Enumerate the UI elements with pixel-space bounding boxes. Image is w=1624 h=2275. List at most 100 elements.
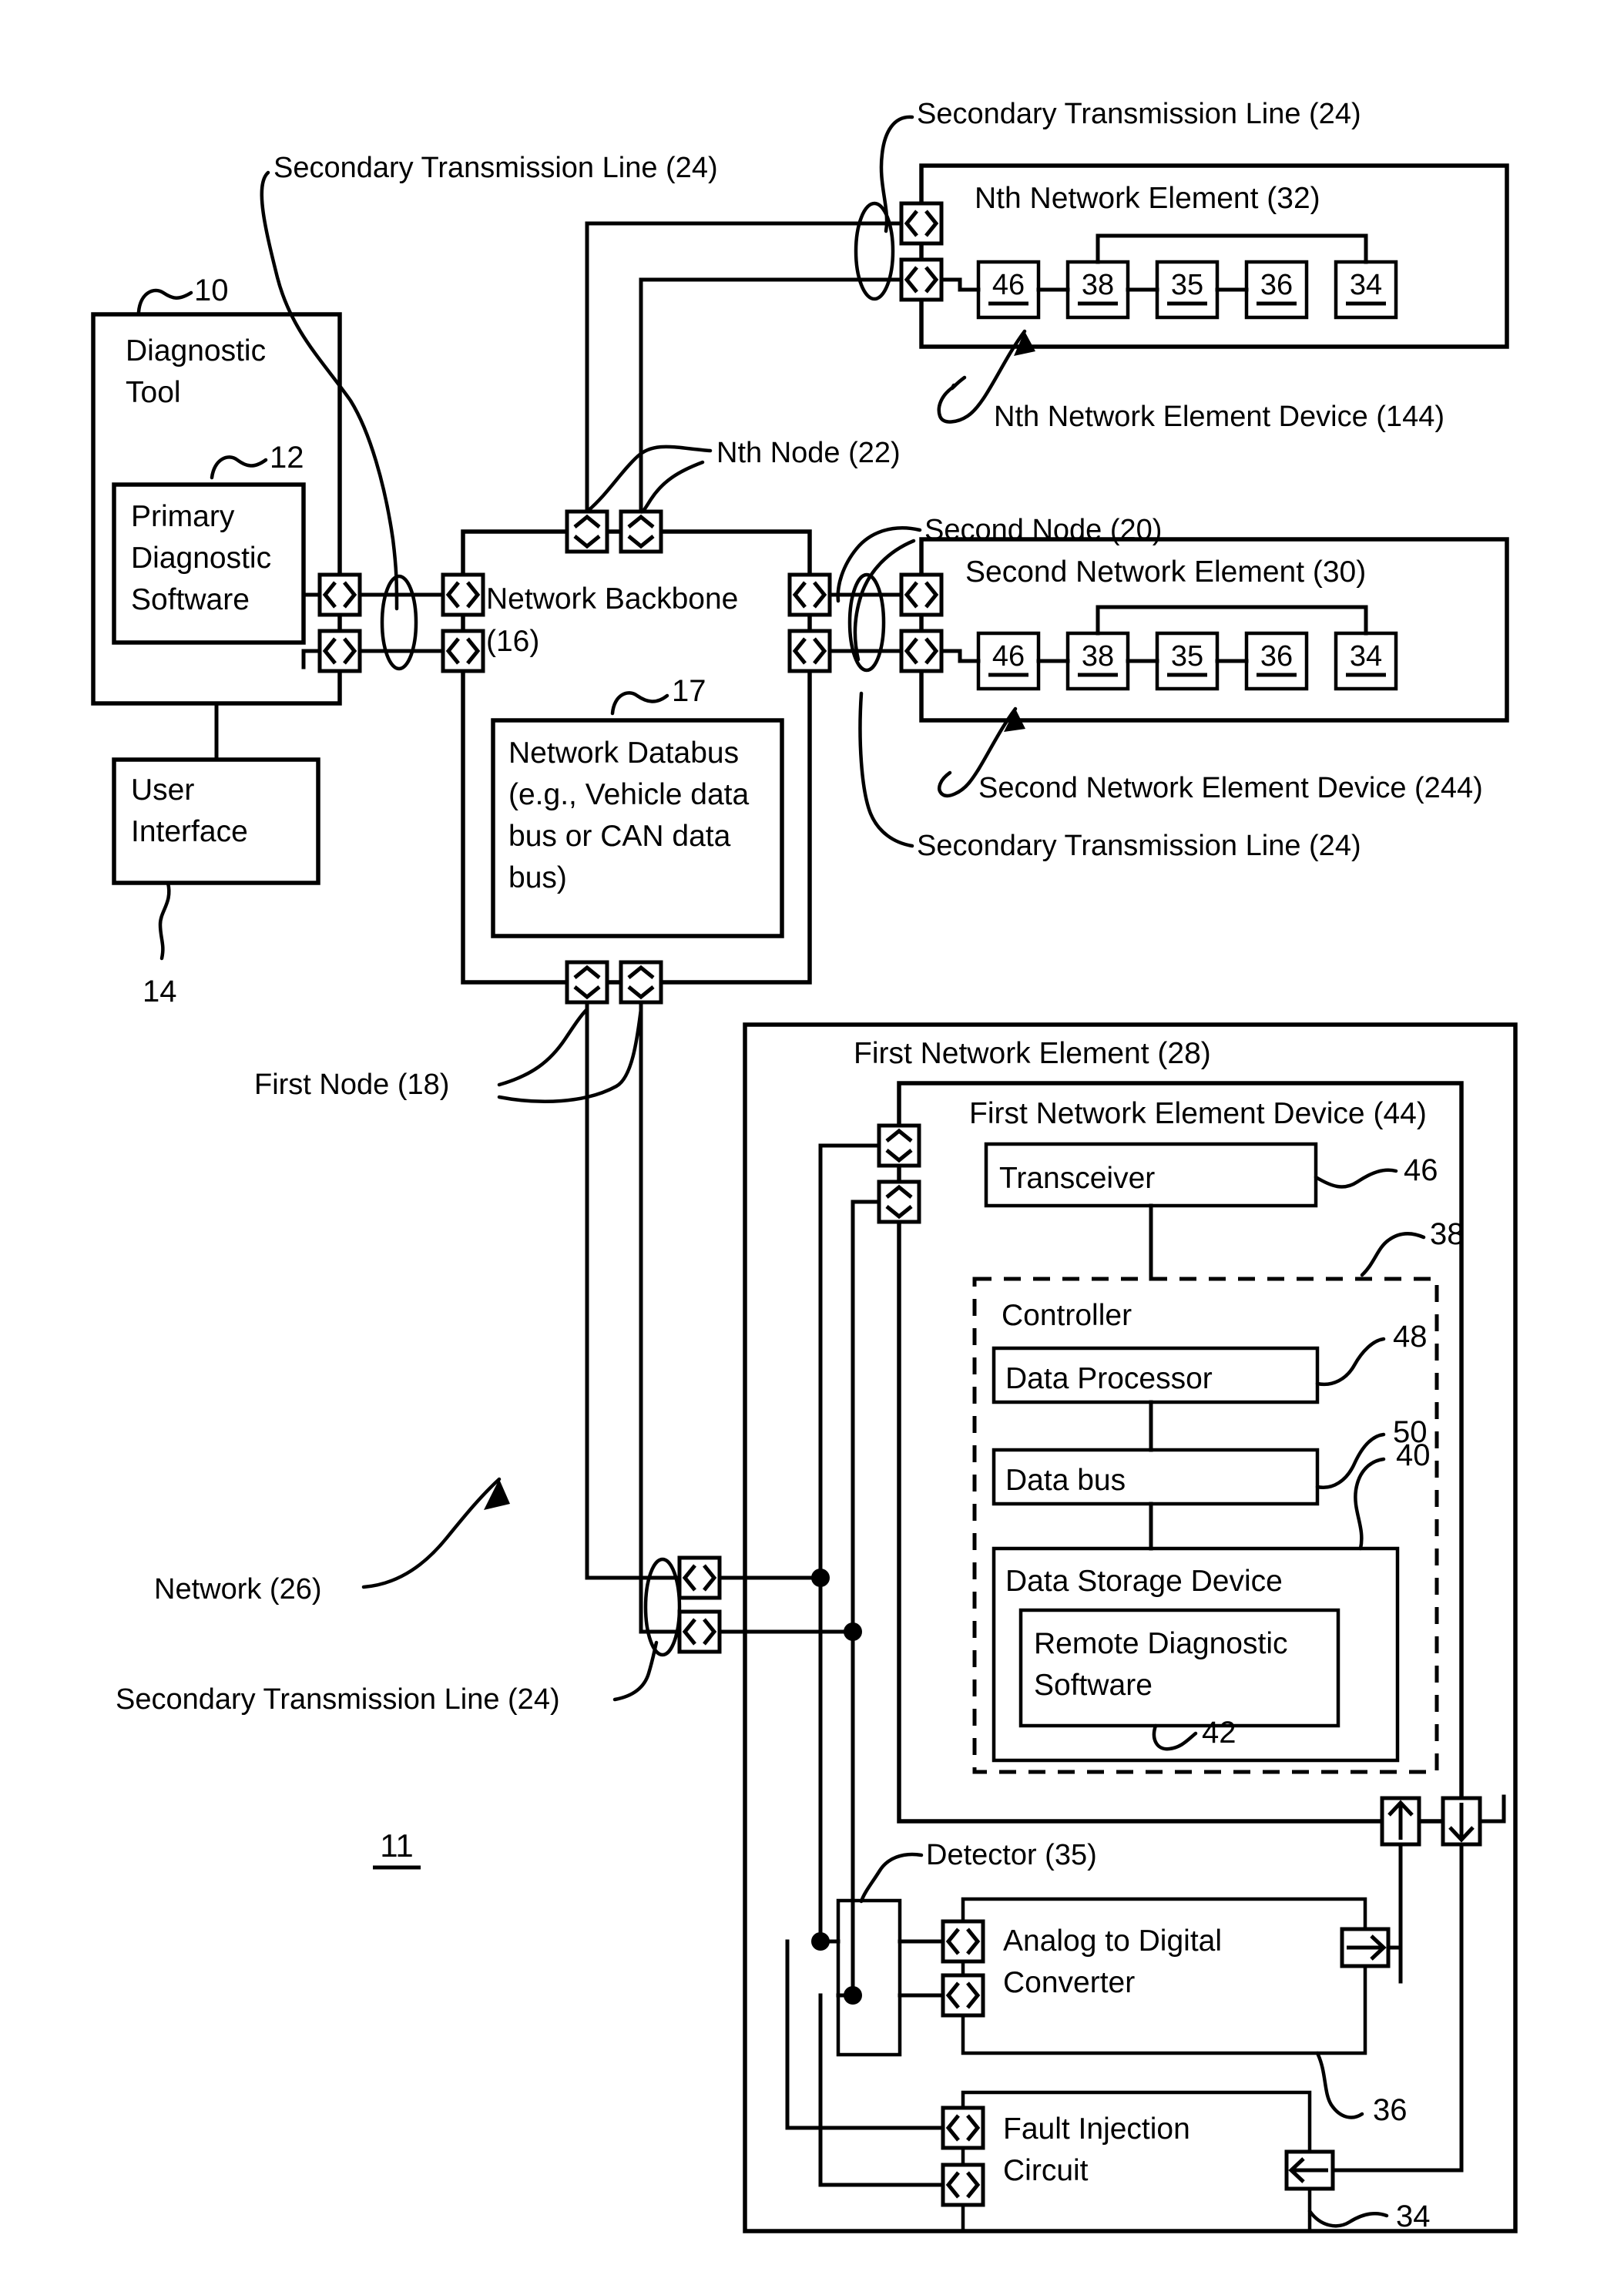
network-databus-line3: bus or CAN data [508,820,731,853]
data-storage-device-label: Data Storage Device [1005,1565,1283,1598]
first-network-element-title: First Network Element (28) [854,1037,1211,1070]
diagnostic-tool-port-upper[interactable] [320,575,360,615]
diagnostic-tool-title-line2: Tool [126,376,181,409]
ref-46: 46 [1404,1153,1438,1187]
bidirectional-port-icon [901,631,941,671]
network-backbone-line1: Network Backbone [486,582,738,616]
arrow-up-port[interactable] [1382,1798,1419,1844]
vertical-port-icon [879,1126,919,1166]
backbone-port-left-lower[interactable] [443,631,483,671]
user-interface-line1: User [131,773,194,807]
ref-14: 14 [143,975,177,1008]
bidirectional-port-icon [679,1558,720,1598]
patent-diagram: Secondary Transmission Line (24) Seconda… [0,0,1624,2275]
data-bus-label: Data bus [1005,1464,1126,1497]
bidirectional-port-icon [943,2108,983,2148]
secondary-transmission-line-mid-right-text: Secondary Transmission Line (24) [917,830,1361,862]
nth-network-element-title: Nth Network Element (32) [975,182,1320,215]
element-port-left-upper[interactable] [679,1558,720,1598]
element-port-left-lower[interactable] [679,1612,720,1652]
fic-line1: Fault Injection [1003,2112,1190,2146]
second-network-element-title: Second Network Element (30) [965,555,1366,589]
ref-34: 34 [1396,2200,1431,2233]
adc-port-upper[interactable] [943,1921,983,1961]
vertical-port-icon [879,1182,919,1222]
nth-chain-box-38-text: 38 [1082,269,1114,301]
patent-figure-root: Secondary Transmission Line (24) Seconda… [0,0,1624,2275]
bidirectional-port-icon [901,575,941,615]
diagnostic-tool-port-lower[interactable] [320,631,360,671]
network-databus-line4: bus) [508,861,567,894]
second-network-element-device-text: Second Network Element Device (244) [978,772,1483,804]
rds-line1: Remote Diagnostic [1034,1627,1287,1660]
figure-number-text: 11 [380,1827,414,1864]
bidirectional-port-icon [943,1975,983,2015]
arrow-down-icon [1443,1798,1480,1844]
nth-network-element-device-text: Nth Network Element Device (144) [994,401,1444,433]
network-text: Network (26) [154,1573,322,1606]
nth-element-port-lower[interactable] [901,260,941,300]
adc-output-port[interactable] [1342,1929,1388,1966]
network-backbone-line2: (16) [486,625,539,658]
fic-line2: Circuit [1003,2154,1089,2187]
arrow-up-icon [1382,1798,1419,1844]
bidirectional-port-icon [320,631,360,671]
pds-line3: Software [131,583,250,616]
second-element-port-upper[interactable] [901,575,941,615]
diagnostic-tool-title-line1: Diagnostic [126,334,266,367]
arrow-down-port[interactable] [1443,1798,1480,1844]
network-databus-line2: (e.g., Vehicle data [508,778,750,811]
backbone-port-top-left[interactable] [567,512,607,552]
device-port-upper[interactable] [879,1126,919,1166]
adc-line1: Analog to Digital [1003,1924,1222,1958]
second-chain-box-38-text: 38 [1082,640,1114,673]
vertical-port-icon [621,962,661,1002]
secondary-transmission-line-bottom-left-text: Secondary Transmission Line (24) [116,1683,560,1716]
adc-port-lower[interactable] [943,1975,983,2015]
bidirectional-port-icon [679,1612,720,1652]
ref-12: 12 [270,441,304,475]
device-port-lower[interactable] [879,1182,919,1222]
second-element-port-lower[interactable] [901,631,941,671]
bidirectional-port-icon [443,575,483,615]
fic-input-port[interactable] [1287,2152,1333,2189]
second-chain-box-36-text: 36 [1260,640,1293,673]
ref-42: 42 [1202,1716,1236,1750]
backbone-port-right-upper[interactable] [790,575,830,615]
fic-port-lower[interactable] [943,2165,983,2205]
bidirectional-port-icon [790,631,830,671]
ref-40: 40 [1396,1438,1431,1472]
bidirectional-port-icon [443,631,483,671]
nth-chain-box-34-text: 34 [1350,269,1382,301]
rds-line2: Software [1034,1669,1153,1702]
ref-48: 48 [1393,1320,1428,1354]
junction-dot-icon [811,1932,830,1951]
backbone-port-bottom-left[interactable] [567,962,607,1002]
nth-chain-box-46-text: 46 [992,269,1025,301]
backbone-port-bottom-right[interactable] [621,962,661,1002]
first-network-element-device-title: First Network Element Device (44) [969,1097,1427,1130]
vertical-port-icon [567,512,607,552]
arrow-right-icon [1342,1929,1388,1966]
ref-17: 17 [672,674,706,708]
figure-number: 11 [373,1827,421,1870]
transceiver-label: Transceiver [999,1162,1155,1195]
controller-label: Controller [1002,1299,1132,1332]
ref-36: 36 [1373,2093,1408,2127]
nth-chain-box-36-text: 36 [1260,269,1293,301]
backbone-port-left-upper[interactable] [443,575,483,615]
first-node-text: First Node (18) [254,1069,449,1101]
bidirectional-port-icon [790,575,830,615]
second-chain-box-46-text: 46 [992,640,1025,673]
pds-line1: Primary [131,500,235,533]
fic-port-upper[interactable] [943,2108,983,2148]
nth-node-text: Nth Node (22) [716,437,901,469]
bidirectional-port-icon [943,1921,983,1961]
backbone-port-right-lower[interactable] [790,631,830,671]
junction-dot-icon [844,1986,862,2005]
pds-line2: Diagnostic [131,542,271,575]
detector-text: Detector (35) [926,1839,1097,1871]
backbone-port-top-right[interactable] [621,512,661,552]
nth-element-port-upper[interactable] [901,203,941,243]
adc-line2: Converter [1003,1966,1135,1999]
